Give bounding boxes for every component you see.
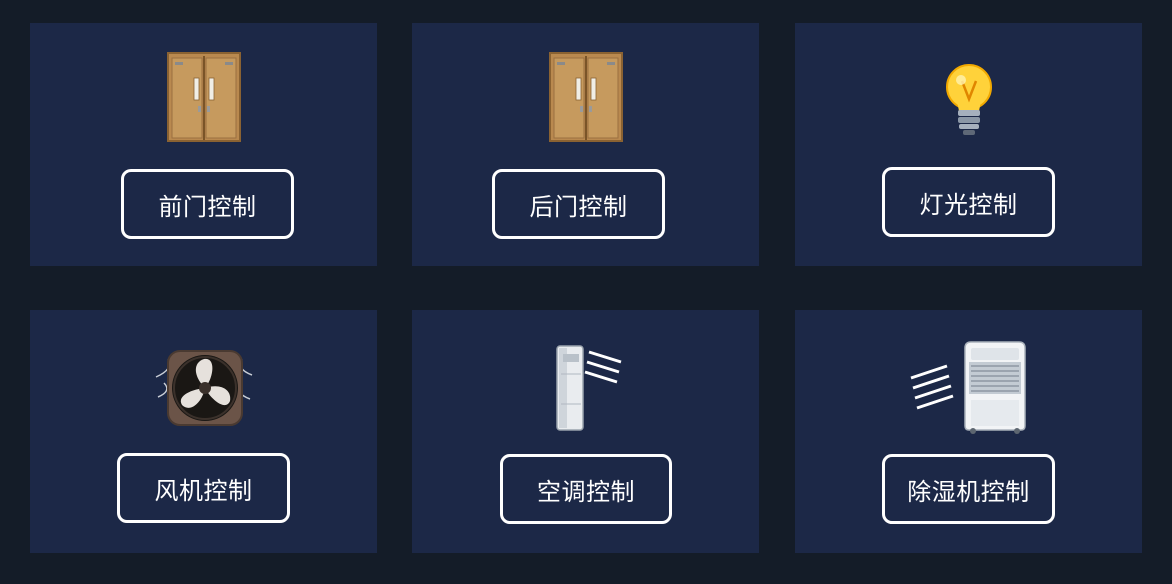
door-icon — [30, 51, 377, 143]
rear-door-card: 后门控制 — [412, 23, 759, 266]
front-door-control-label: 前门控制 — [158, 192, 257, 221]
front-door-control-button[interactable]: 前门控制 — [121, 169, 294, 239]
rear-door-control-label: 后门控制 — [529, 192, 628, 221]
dehumidifier-control-button[interactable]: 除湿机控制 — [882, 454, 1055, 524]
fan-control-label: 风机控制 — [154, 476, 253, 505]
dehumidifier-icon — [795, 340, 1142, 436]
door-icon — [412, 51, 759, 143]
fan-card: 风机控制 — [30, 310, 377, 553]
front-door-card: 前门控制 — [30, 23, 377, 266]
light-control-label: 灯光控制 — [919, 190, 1018, 219]
rear-door-control-button[interactable]: 后门控制 — [492, 169, 665, 239]
light-control-button[interactable]: 灯光控制 — [882, 167, 1055, 237]
air-conditioner-control-button[interactable]: 空调控制 — [500, 454, 672, 524]
air-conditioner-card: 空调控制 — [412, 310, 759, 553]
light-card: 灯光控制 — [795, 23, 1142, 266]
light-bulb-icon — [795, 61, 1142, 139]
air-conditioner-control-label: 空调控制 — [537, 477, 635, 506]
fan-icon — [30, 346, 377, 430]
dehumidifier-card: 除湿机控制 — [795, 310, 1142, 553]
air-conditioner-icon — [412, 344, 759, 434]
fan-control-button[interactable]: 风机控制 — [117, 453, 290, 523]
dehumidifier-control-label: 除湿机控制 — [907, 477, 1030, 506]
